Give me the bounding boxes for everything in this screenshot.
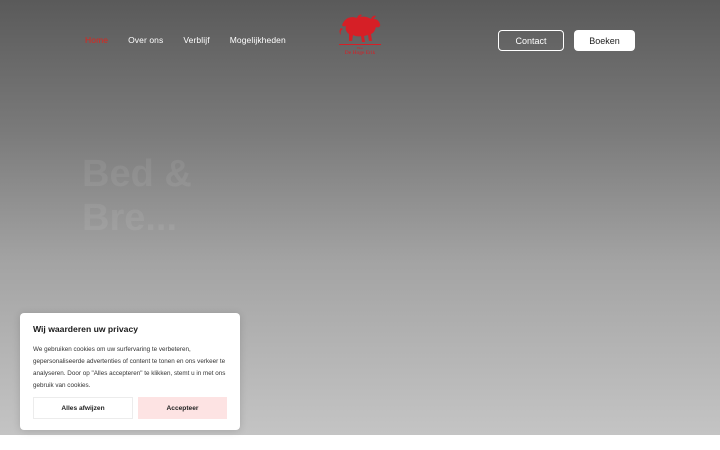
cookie-actions: Alles afwijzen Accepteer — [33, 397, 227, 419]
horses-logo-icon — [339, 14, 381, 45]
contact-button[interactable]: Contact — [498, 30, 564, 51]
main-nav: Home Over ons Verblijf Mogelijkheden — [85, 35, 286, 45]
cookie-consent-dialog: Wij waarderen uw privacy We gebruiken co… — [20, 313, 240, 430]
hero-title: Bed & Bre... — [82, 153, 192, 239]
accept-button[interactable]: Accepteer — [138, 397, 227, 419]
logo-text: De Hoge Erik — [344, 50, 376, 56]
book-button[interactable]: Boeken — [574, 30, 635, 51]
nav-item-mogelijkheden[interactable]: Mogelijkheden — [230, 35, 286, 45]
nav-item-verblijf[interactable]: Verblijf — [183, 35, 209, 45]
site-logo[interactable]: Hoe De Hoge Erik — [334, 14, 386, 66]
cookie-text: We gebruiken cookies om uw surfervaring … — [33, 346, 226, 389]
nav-item-home[interactable]: Home — [85, 35, 108, 45]
reject-all-button[interactable]: Alles afwijzen — [33, 397, 133, 419]
nav-item-over-ons[interactable]: Over ons — [128, 35, 163, 45]
cookie-title: Wij waarderen uw privacy — [33, 324, 138, 334]
